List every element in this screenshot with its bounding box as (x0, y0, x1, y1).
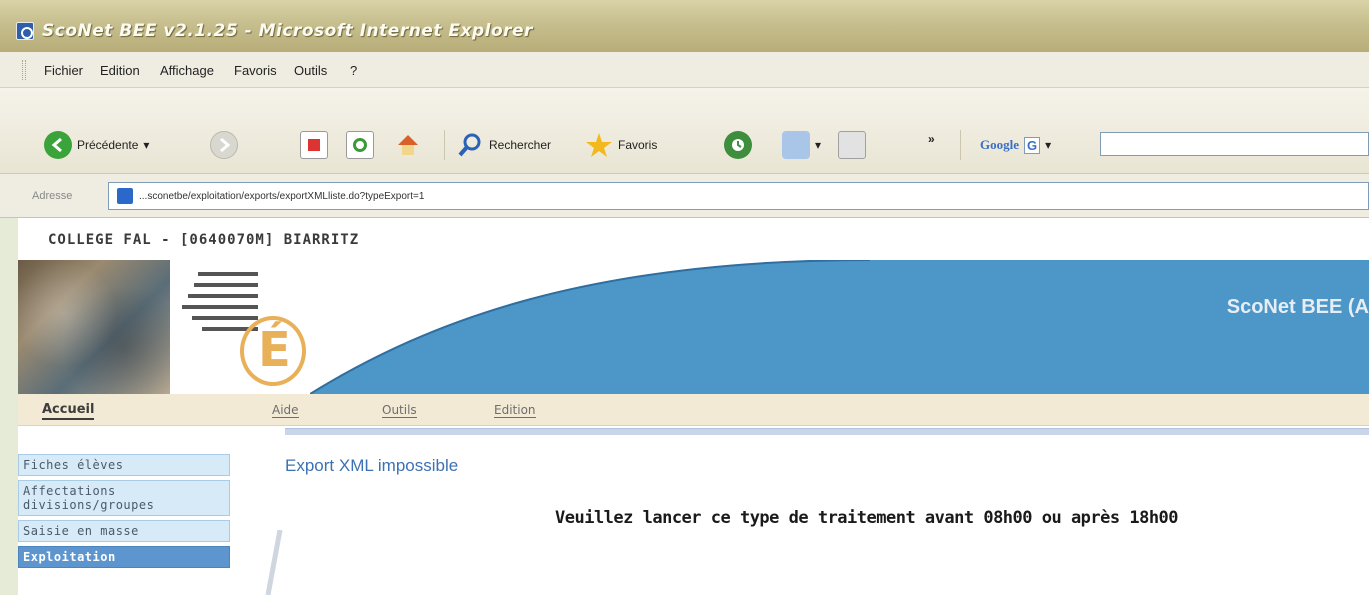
address-bar: Adresse ...sconetbe/exploitation/exports… (0, 174, 1369, 218)
menu-outils[interactable]: Outils (294, 63, 327, 78)
top-nav: Accueil Aide Outils Edition (18, 394, 1369, 426)
history-button[interactable] (724, 130, 752, 160)
menu-fichier[interactable]: Fichier (44, 63, 83, 78)
mail-icon (782, 131, 810, 159)
decorative-slash (265, 530, 283, 595)
address-input[interactable]: ...sconetbe/exploitation/exports/exportX… (108, 182, 1369, 210)
menu-bar: Fichier Edition Affichage Favoris Outils… (0, 52, 1369, 88)
nav-aide[interactable]: Aide (272, 403, 299, 418)
window-title: ScoNet BEE v2.1.25 - Microsoft Internet … (42, 21, 533, 41)
home-icon (394, 131, 422, 159)
banner-wave (310, 260, 1369, 394)
ministry-logo: É (170, 260, 310, 394)
print-button[interactable] (838, 130, 866, 160)
mail-dropdown-icon[interactable]: ▾ (815, 138, 821, 152)
ministry-text-lines (178, 272, 258, 338)
stop-button[interactable] (300, 130, 328, 160)
forward-arrow-icon (210, 131, 238, 159)
google-logo: Google (980, 137, 1019, 152)
sidebar-item-exploitation[interactable]: Exploitation (18, 546, 230, 568)
address-label: Adresse (32, 190, 73, 202)
more-chevron-icon: » (928, 132, 935, 146)
logo-e-icon: É (258, 322, 291, 378)
more-toolbar-button[interactable]: » (928, 124, 935, 154)
sidebar-item-saisie-masse[interactable]: Saisie en masse (18, 520, 230, 542)
toolbar: Précédente ▾ Rechercher Favoris ▾ » Goog… (0, 88, 1369, 174)
page-left-border (0, 218, 18, 595)
menu-affichage[interactable]: Affichage (160, 63, 214, 78)
forward-button[interactable] (210, 130, 238, 160)
refresh-icon (346, 131, 374, 159)
title-bar[interactable]: ScoNet BEE v2.1.25 - Microsoft Internet … (0, 0, 1369, 52)
back-arrow-icon (44, 131, 72, 159)
toolbar-grip-icon[interactable] (22, 60, 26, 80)
google-g-icon: G (1024, 136, 1041, 154)
refresh-button[interactable] (346, 130, 374, 160)
print-icon (838, 131, 866, 159)
search-button[interactable]: Rechercher (456, 130, 551, 160)
history-icon (724, 131, 752, 159)
nav-accueil[interactable]: Accueil (42, 402, 95, 420)
stop-icon (300, 131, 328, 159)
back-button[interactable]: Précédente ▾ (44, 130, 149, 160)
app-name: ScoNet BEE (A (1226, 296, 1369, 318)
menu-favoris[interactable]: Favoris (234, 63, 277, 78)
google-dropdown-icon[interactable]: ▾ (1045, 138, 1051, 152)
home-button[interactable] (394, 130, 422, 160)
sidebar-item-fiches-eleves[interactable]: Fiches élèves (18, 454, 230, 476)
search-icon (456, 131, 484, 159)
favorites-button[interactable]: Favoris (585, 130, 657, 160)
favorites-label: Favoris (618, 138, 658, 152)
students-photo (18, 260, 170, 394)
star-icon (585, 131, 613, 159)
nav-edition[interactable]: Edition (494, 403, 536, 418)
browser-window: ScoNet BEE v2.1.25 - Microsoft Internet … (0, 0, 1369, 595)
toolbar-separator (960, 130, 961, 160)
ie-icon (16, 22, 34, 40)
page-favicon-icon (117, 188, 133, 204)
sidebar-item-affectations[interactable]: Affectations divisions/groupes (18, 480, 230, 516)
nav-outils[interactable]: Outils (382, 403, 417, 418)
menu-edition[interactable]: Edition (100, 63, 140, 78)
header-banner: É ScoNet BEE (A (18, 260, 1369, 394)
mail-button[interactable]: ▾ (782, 130, 821, 160)
google-toolbar[interactable]: Google G ▾ (980, 130, 1051, 160)
search-label: Rechercher (489, 138, 552, 152)
back-label: Précédente (77, 138, 139, 152)
google-search-input[interactable] (1100, 132, 1369, 156)
toolbar-separator (444, 130, 445, 160)
address-url: ...sconetbe/exploitation/exports/exportX… (139, 190, 425, 202)
content-divider (285, 428, 1369, 435)
back-dropdown-icon[interactable]: ▾ (143, 138, 149, 152)
error-message: Veuillez lancer ce type de traitement av… (555, 508, 1179, 528)
school-name: COLLEGE FAL - [0640070M] BIARRITZ (48, 232, 360, 248)
page-title: Export XML impossible (285, 456, 459, 475)
web-page: COLLEGE FAL - [0640070M] BIARRITZ É ScoN… (0, 218, 1369, 595)
menu-help[interactable]: ? (350, 63, 357, 78)
sidebar: Fiches élèves Affectations divisions/gro… (18, 454, 230, 572)
